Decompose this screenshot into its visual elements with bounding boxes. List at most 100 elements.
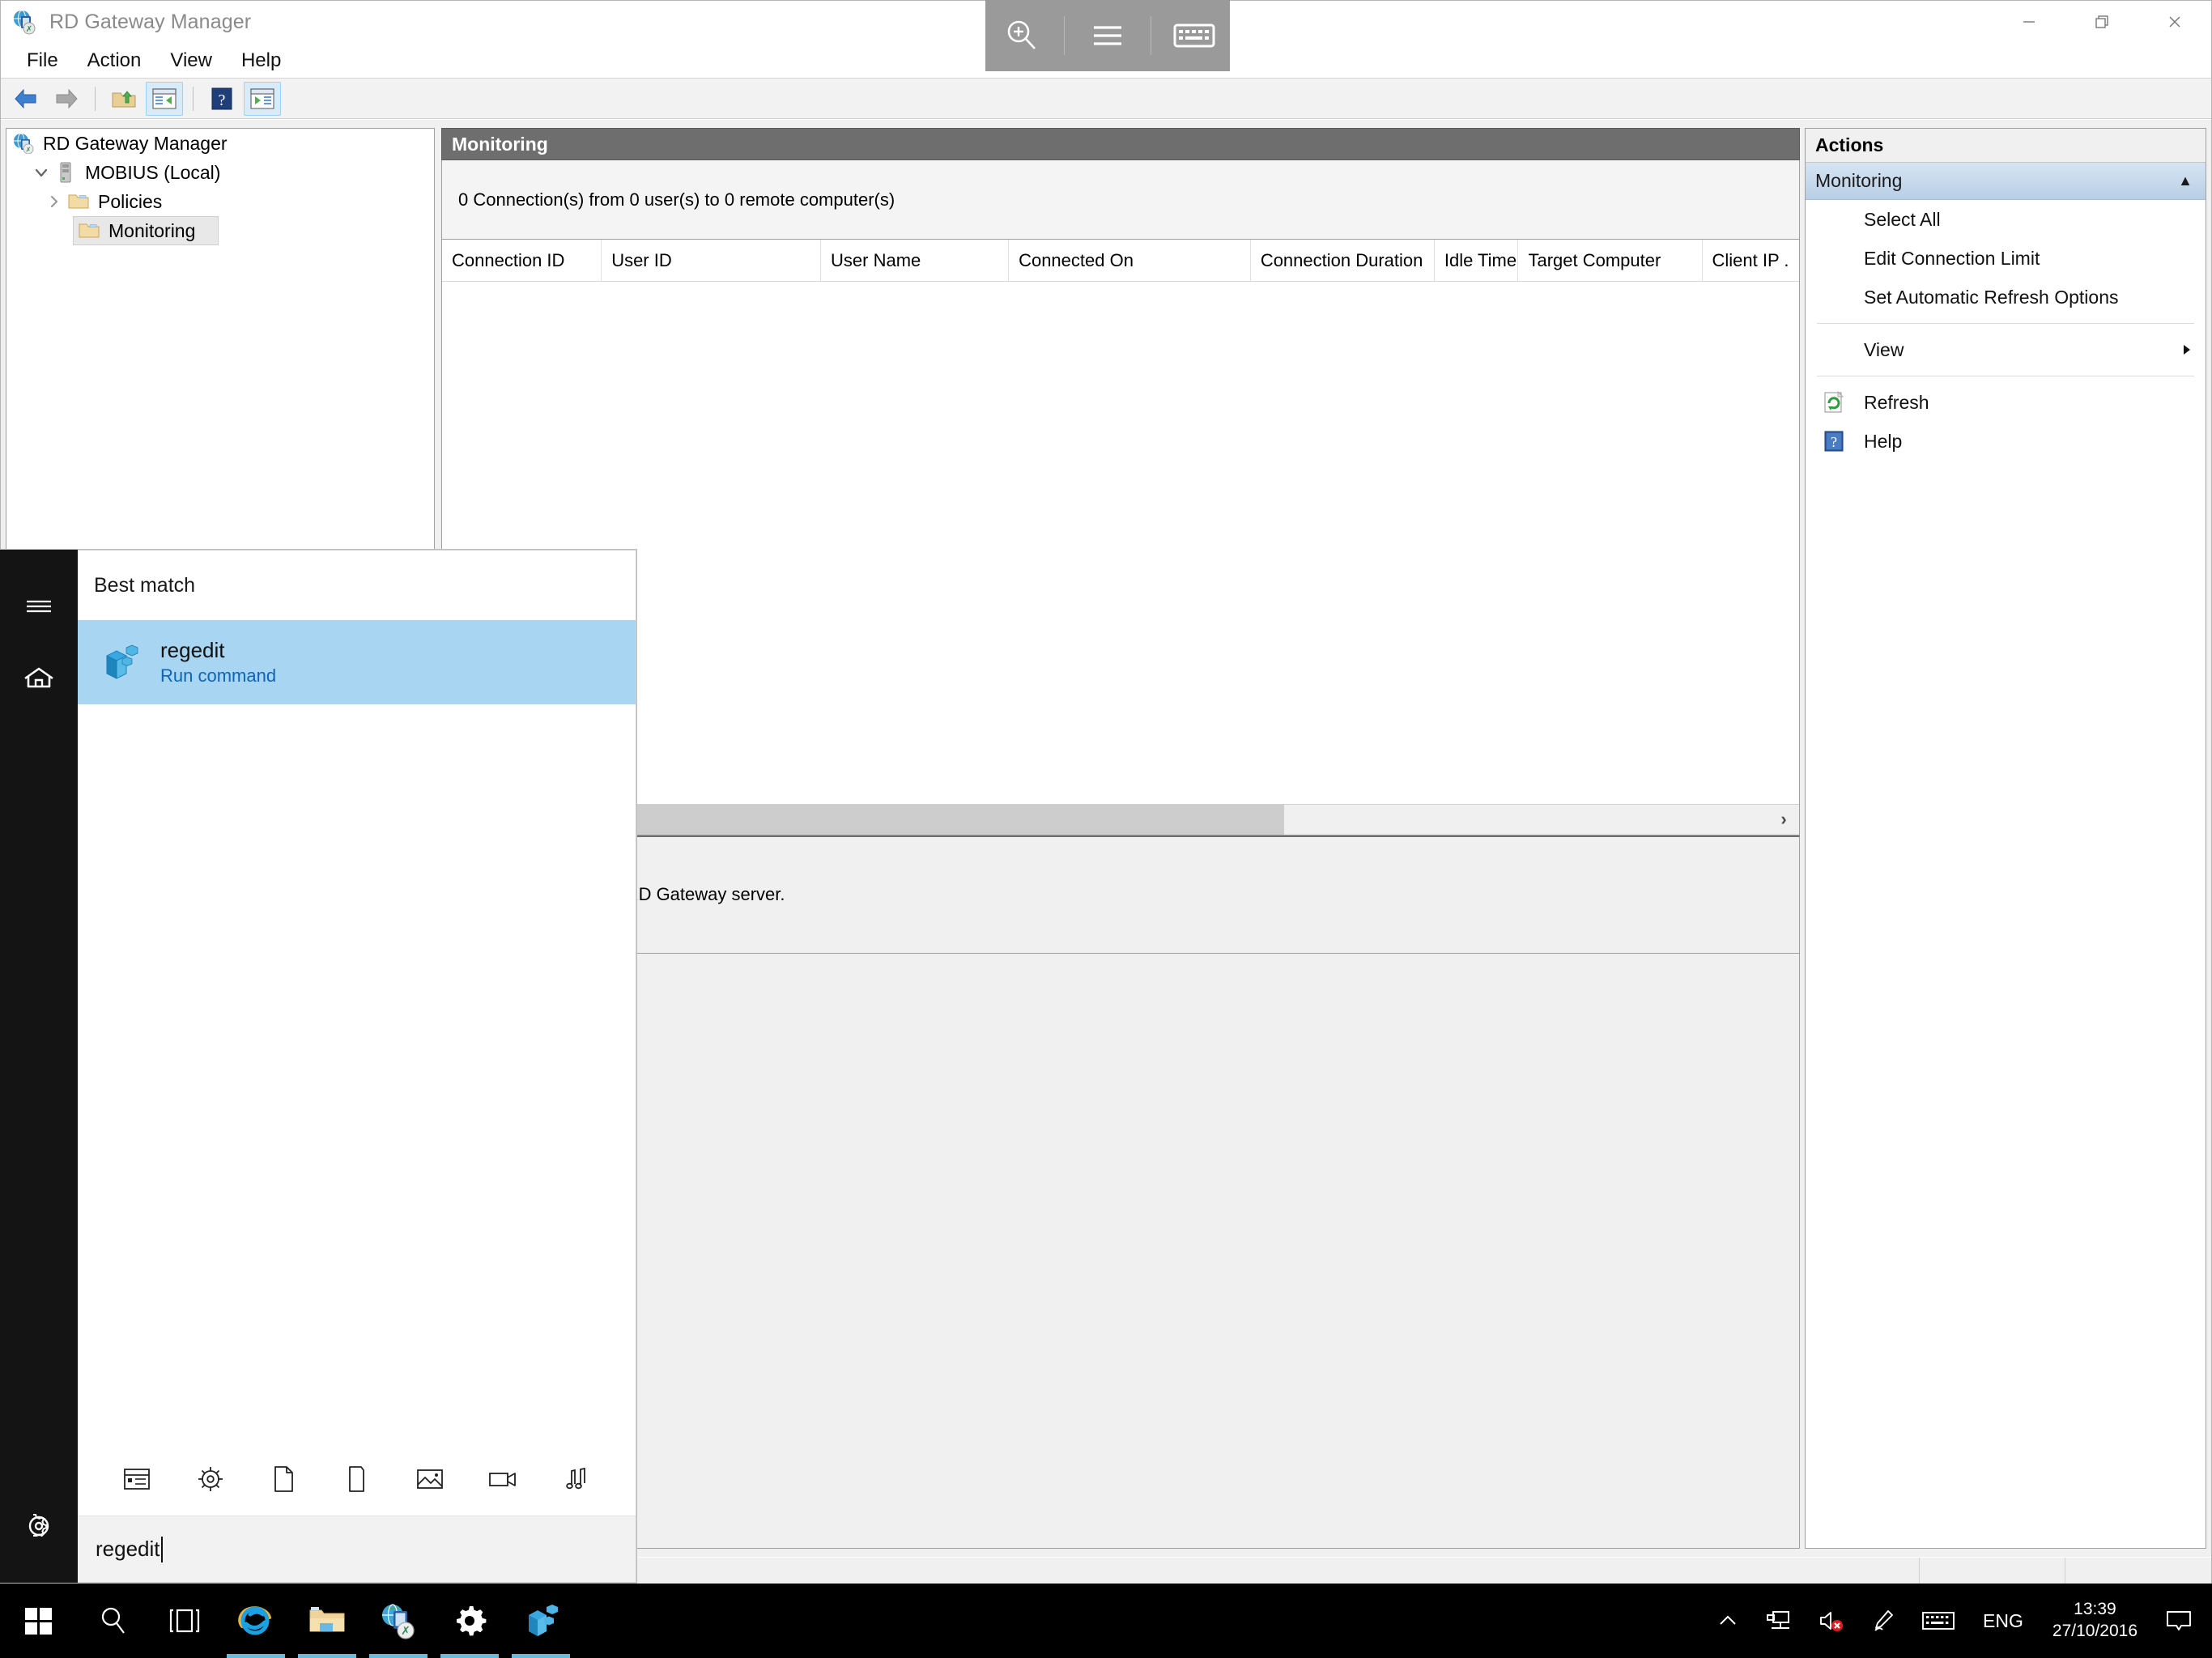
- column-header-connection-duration[interactable]: Connection Duration: [1251, 240, 1435, 281]
- column-header-connection-id[interactable]: Connection ID: [442, 240, 602, 281]
- column-header-idle-time[interactable]: Idle Time: [1435, 240, 1519, 281]
- menu-action[interactable]: Action: [73, 48, 156, 74]
- svg-text:?: ?: [1831, 434, 1837, 450]
- menu-file[interactable]: File: [12, 48, 73, 74]
- actions-title: Actions: [1806, 129, 2206, 163]
- column-headers: Connection ID User ID User Name Connecte…: [442, 240, 1799, 282]
- action-select-all[interactable]: Select All: [1806, 200, 2206, 239]
- search-input[interactable]: regedit: [78, 1516, 636, 1582]
- touch-keyboard-icon[interactable]: [1908, 1584, 1968, 1658]
- scroll-right-arrow-icon[interactable]: ›: [1768, 805, 1799, 835]
- clock-date: 27/10/2016: [2052, 1622, 2138, 1640]
- regedit-icon[interactable]: [505, 1584, 576, 1658]
- search-results-filler: [78, 704, 636, 1441]
- column-header-user-id[interactable]: User ID: [602, 240, 822, 281]
- window-controls: [1993, 1, 2211, 43]
- chevron-right-icon[interactable]: [42, 194, 66, 209]
- documents-icon[interactable]: [258, 1454, 308, 1504]
- rd-gateway-manager-icon[interactable]: ✗: [363, 1584, 434, 1658]
- search-panel-main: Best match regedit Run command regedit: [78, 550, 636, 1583]
- windows-ink-pen-icon[interactable]: [1858, 1584, 1908, 1658]
- action-edit-connection-limit[interactable]: Edit Connection Limit: [1806, 239, 2206, 278]
- music-icon[interactable]: [551, 1454, 602, 1504]
- toolbar-separator-2: [193, 86, 194, 111]
- start-button[interactable]: [0, 1584, 78, 1658]
- taskbar: ✗ ENG 13:39 27/10/2016: [0, 1584, 2212, 1658]
- description-spacer: [441, 953, 1800, 1549]
- action-set-automatic-refresh-options[interactable]: Set Automatic Refresh Options: [1806, 278, 2206, 317]
- connection-summary: 0 Connection(s) from 0 user(s) to 0 remo…: [441, 160, 1800, 240]
- actions-group-monitoring[interactable]: Monitoring ▲: [1806, 163, 2206, 200]
- magnifier-plus-icon[interactable]: [992, 11, 1050, 61]
- minimize-button[interactable]: [1993, 1, 2065, 43]
- keyboard-icon[interactable]: [1165, 11, 1223, 61]
- gear-icon[interactable]: [0, 1490, 78, 1562]
- task-view-icon[interactable]: [149, 1584, 220, 1658]
- volume-muted-icon[interactable]: [1805, 1584, 1858, 1658]
- action-label: Refresh: [1864, 391, 1929, 413]
- file-explorer-icon[interactable]: [291, 1584, 363, 1658]
- settings-gear-icon[interactable]: [185, 1454, 236, 1504]
- tree-item-mobius-local[interactable]: MOBIUS (Local): [6, 158, 434, 187]
- clock[interactable]: 13:39 27/10/2016: [2038, 1584, 2152, 1658]
- column-header-connected-on[interactable]: Connected On: [1009, 240, 1251, 281]
- pane-caption: Monitoring: [441, 128, 1800, 160]
- collapse-chevron-icon[interactable]: ▲: [2178, 172, 2193, 189]
- apps-icon[interactable]: [112, 1454, 162, 1504]
- refresh-icon: [1820, 389, 1848, 416]
- scrollbar-track[interactable]: [1284, 805, 1768, 835]
- svg-text:✗: ✗: [401, 1624, 410, 1637]
- action-help[interactable]: ? Help: [1806, 422, 2206, 461]
- help-icon[interactable]: ?: [203, 82, 240, 116]
- chevron-down-icon[interactable]: [29, 164, 53, 181]
- tree-item-rd-gateway-manager[interactable]: ✗ RD Gateway Manager: [6, 129, 434, 158]
- search-input-value: regedit: [96, 1537, 160, 1561]
- column-header-target-computer[interactable]: Target Computer: [1518, 240, 1703, 281]
- tree-label: Monitoring: [108, 219, 196, 241]
- svg-text:✗: ✗: [26, 147, 32, 154]
- restore-button[interactable]: [2065, 1, 2138, 43]
- action-label: Edit Connection Limit: [1864, 247, 2040, 269]
- column-header-user-name[interactable]: User Name: [821, 240, 1010, 281]
- folders-icon[interactable]: [331, 1454, 381, 1504]
- menu-view[interactable]: View: [155, 48, 227, 74]
- system-tray: ENG 13:39 27/10/2016: [1704, 1584, 2212, 1658]
- search-filter-bar: [78, 1441, 636, 1516]
- action-label: Help: [1864, 430, 1903, 452]
- videos-icon[interactable]: [478, 1454, 528, 1504]
- submenu-arrow-icon: [2181, 342, 2193, 357]
- settings-icon[interactable]: [434, 1584, 505, 1658]
- network-icon[interactable]: [1751, 1584, 1805, 1658]
- internet-explorer-icon[interactable]: [220, 1584, 291, 1658]
- tree-item-policies[interactable]: Policies: [6, 187, 434, 216]
- folder-icon: [77, 219, 101, 242]
- window-title: RD Gateway Manager: [49, 10, 252, 33]
- search-result-regedit[interactable]: regedit Run command: [78, 620, 636, 704]
- tree-label: MOBIUS (Local): [85, 161, 221, 183]
- search-panel-rail: [0, 550, 78, 1583]
- forward-arrow-icon[interactable]: [48, 82, 85, 116]
- action-center-icon[interactable]: [2152, 1584, 2206, 1658]
- show-hide-action-pane-icon[interactable]: [244, 81, 281, 116]
- rd-gateway-root-icon: ✗: [11, 132, 36, 155]
- tree-label: RD Gateway Manager: [43, 132, 228, 154]
- show-hide-console-tree-icon[interactable]: [146, 81, 183, 116]
- up-one-level-icon[interactable]: [105, 82, 143, 116]
- best-match-header: Best match: [94, 573, 196, 597]
- menu-help[interactable]: Help: [227, 48, 296, 74]
- hamburger-menu-icon[interactable]: [1078, 11, 1137, 61]
- back-arrow-icon[interactable]: [7, 82, 45, 116]
- close-button[interactable]: [2138, 1, 2211, 43]
- hamburger-menu-icon[interactable]: [0, 571, 78, 642]
- tree-item-monitoring[interactable]: Monitoring: [73, 216, 219, 245]
- photos-icon[interactable]: [405, 1454, 455, 1504]
- column-header-client-ip[interactable]: Client IP .: [1703, 240, 1800, 281]
- action-view[interactable]: View: [1806, 330, 2206, 369]
- regedit-icon: [97, 640, 143, 685]
- action-refresh[interactable]: Refresh: [1806, 383, 2206, 422]
- horizontal-scrollbar[interactable]: ›: [442, 803, 1799, 835]
- home-icon[interactable]: [0, 642, 78, 713]
- search-icon[interactable]: [78, 1584, 149, 1658]
- show-hidden-icons-chevron-icon[interactable]: [1704, 1584, 1751, 1658]
- language-indicator[interactable]: ENG: [1968, 1584, 2038, 1658]
